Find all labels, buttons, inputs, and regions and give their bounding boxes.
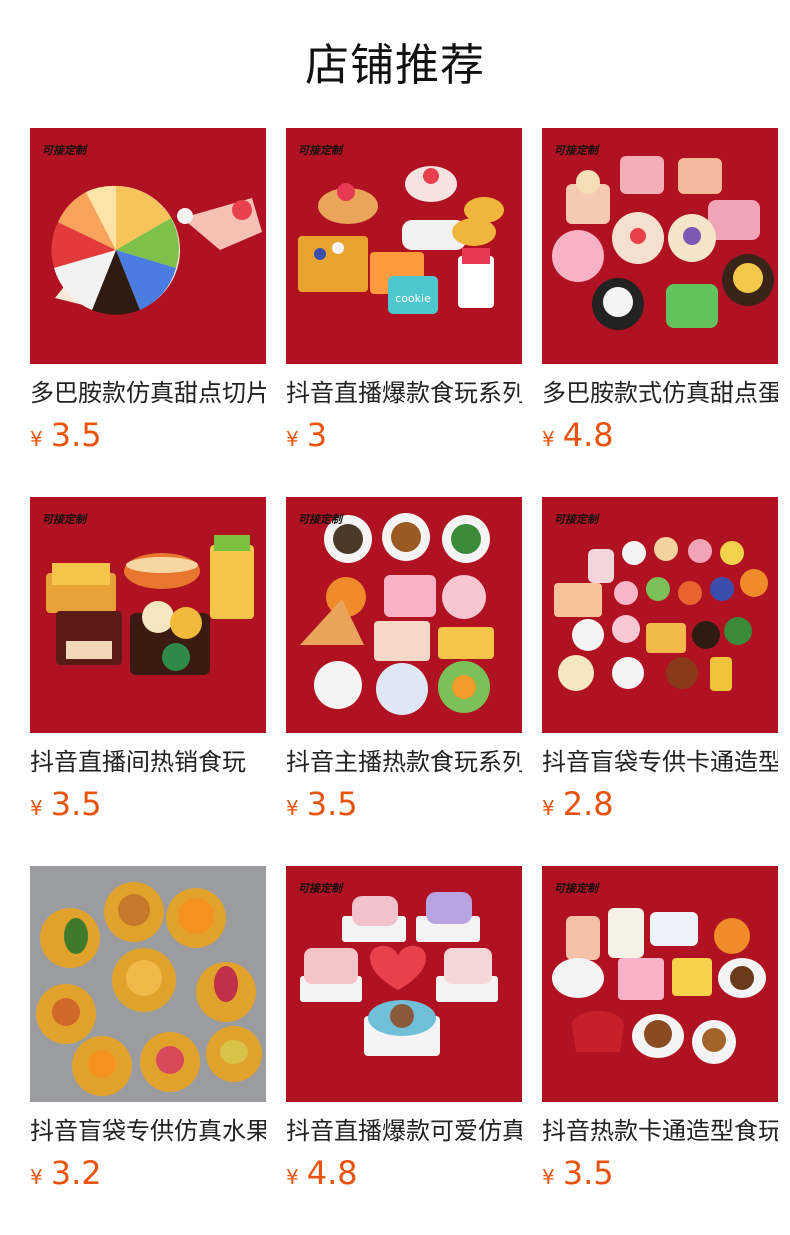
- customizable-tag: 可接定制: [298, 513, 342, 526]
- product-name[interactable]: 抖音热款卡通造型食玩: [542, 1114, 778, 1148]
- customizable-tag: 可接定制: [554, 513, 598, 526]
- product-card[interactable]: 可接定制 多巴胺款式仿真甜点蛋糕 ¥ 4.8: [542, 128, 778, 497]
- product-image[interactable]: 可接定制: [542, 128, 778, 364]
- currency-symbol: ¥: [30, 796, 43, 820]
- product-grid: 可接定制 多巴胺款仿真甜点切片 ¥ 3.5 cookie 可接定制 抖音直播爆款…: [30, 128, 780, 1235]
- product-price: ¥ 3.5: [286, 785, 358, 825]
- product-card[interactable]: 可接定制 抖音主播热款食玩系列 ¥ 3.5: [286, 497, 522, 866]
- product-price: ¥ 2.8: [542, 785, 614, 825]
- currency-symbol: ¥: [542, 427, 555, 451]
- price-amount: 4.8: [562, 416, 614, 454]
- price-amount: 4.8: [306, 1154, 358, 1192]
- product-price: ¥ 3.2: [30, 1154, 102, 1194]
- product-image[interactable]: [30, 866, 266, 1102]
- product-image[interactable]: 可接定制: [286, 866, 522, 1102]
- currency-symbol: ¥: [542, 1165, 555, 1189]
- product-name[interactable]: 多巴胺款仿真甜点切片: [30, 376, 266, 410]
- product-card[interactable]: 可接定制 多巴胺款仿真甜点切片 ¥ 3.5: [30, 128, 266, 497]
- customizable-tag: 可接定制: [554, 882, 598, 895]
- product-price: ¥ 3.5: [542, 1154, 614, 1194]
- product-card[interactable]: 可接定制 抖音热款卡通造型食玩 ¥ 3.5: [542, 866, 778, 1235]
- product-name[interactable]: 多巴胺款式仿真甜点蛋糕: [542, 376, 778, 410]
- price-amount: 3.5: [306, 785, 358, 823]
- product-price: ¥ 3.5: [30, 416, 102, 456]
- customizable-tag: 可接定制: [42, 144, 86, 157]
- product-name[interactable]: 抖音主播热款食玩系列: [286, 745, 522, 779]
- customizable-tag: 可接定制: [298, 144, 342, 157]
- currency-symbol: ¥: [286, 1165, 299, 1189]
- product-card[interactable]: 可接定制 抖音直播爆款可爱仿真 ¥ 4.8: [286, 866, 522, 1235]
- page-title: 店铺推荐: [305, 40, 485, 91]
- svg-text:cookie: cookie: [395, 292, 431, 305]
- product-image[interactable]: 可接定制: [286, 497, 522, 733]
- product-price: ¥ 3.5: [30, 785, 102, 825]
- product-name[interactable]: 抖音直播间热销食玩: [30, 745, 266, 779]
- price-amount: 2.8: [562, 785, 614, 823]
- currency-symbol: ¥: [286, 427, 299, 451]
- product-price: ¥ 3: [286, 416, 327, 456]
- currency-symbol: ¥: [30, 1165, 43, 1189]
- product-price: ¥ 4.8: [542, 416, 614, 456]
- price-amount: 3.5: [562, 1154, 614, 1192]
- product-image[interactable]: cookie 可接定制: [286, 128, 522, 364]
- price-amount: 3.5: [50, 785, 102, 823]
- customizable-tag: 可接定制: [298, 882, 342, 895]
- product-image[interactable]: 可接定制: [30, 128, 266, 364]
- store-recommendation-page: 店铺推荐 可接定制 多巴胺款仿真甜点切片 ¥ 3.5 cookie 可接定制 抖…: [0, 0, 790, 1234]
- product-image[interactable]: 可接定制: [542, 497, 778, 733]
- product-card[interactable]: 抖音盲袋专供仿真水果 ¥ 3.2: [30, 866, 266, 1235]
- product-image[interactable]: 可接定制: [30, 497, 266, 733]
- product-name[interactable]: 抖音直播爆款食玩系列: [286, 376, 522, 410]
- product-name[interactable]: 抖音盲袋专供仿真水果: [30, 1114, 266, 1148]
- product-price: ¥ 4.8: [286, 1154, 358, 1194]
- product-name[interactable]: 抖音盲袋专供卡通造型: [542, 745, 778, 779]
- product-image[interactable]: 可接定制: [542, 866, 778, 1102]
- product-name[interactable]: 抖音直播爆款可爱仿真: [286, 1114, 522, 1148]
- currency-symbol: ¥: [286, 796, 299, 820]
- customizable-tag: 可接定制: [42, 513, 86, 526]
- product-card[interactable]: cookie 可接定制 抖音直播爆款食玩系列 ¥ 3: [286, 128, 522, 497]
- product-card[interactable]: 可接定制 抖音直播间热销食玩 ¥ 3.5: [30, 497, 266, 866]
- currency-symbol: ¥: [542, 796, 555, 820]
- currency-symbol: ¥: [30, 427, 43, 451]
- price-amount: 3.2: [50, 1154, 102, 1192]
- customizable-tag: 可接定制: [554, 144, 598, 157]
- price-amount: 3.5: [50, 416, 102, 454]
- price-amount: 3: [306, 416, 328, 454]
- product-card[interactable]: 可接定制 抖音盲袋专供卡通造型 ¥ 2.8: [542, 497, 778, 866]
